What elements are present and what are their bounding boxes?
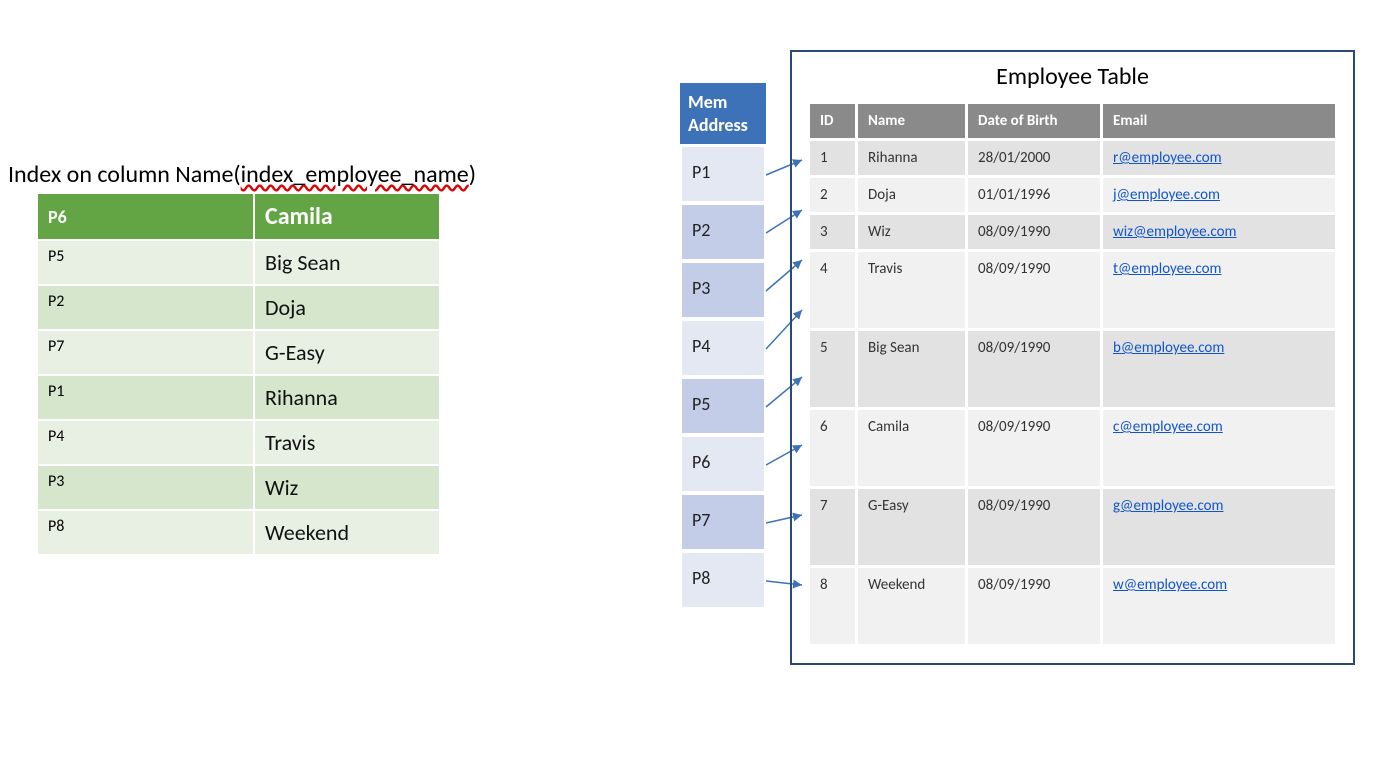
emp-cell-name: Rihanna [857, 140, 967, 177]
emp-cell-dob: 01/01/1996 [967, 177, 1102, 214]
table-row: 2Doja01/01/1996j@employee.com [809, 177, 1337, 214]
mem-cell: P1 [680, 145, 766, 203]
emp-cell-name: G-Easy [857, 488, 967, 567]
emp-cell-dob: 08/09/1990 [967, 251, 1102, 330]
emp-cell-email: j@employee.com [1102, 177, 1337, 214]
index-cell-ptr: P4 [37, 420, 254, 465]
emp-cell-id: 7 [809, 488, 857, 567]
mem-cell: P2 [680, 203, 766, 261]
index-cell-ptr: P7 [37, 330, 254, 375]
mem-cell: P7 [680, 493, 766, 551]
emp-header-id: ID [809, 103, 857, 140]
index-cell-ptr: P5 [37, 240, 254, 285]
index-header-ptr: P6 [37, 193, 254, 240]
mem-address-header: Mem Address [680, 83, 766, 144]
table-row: 8Weekend08/09/1990w@employee.com [809, 567, 1337, 646]
emp-cell-name: Weekend [857, 567, 967, 646]
emp-header-email: Email [1102, 103, 1337, 140]
index-cell-ptr: P2 [37, 285, 254, 330]
index-table: P6 Camila P5Big Sean P2Doja P7G-Easy P1R… [36, 192, 441, 556]
index-cell-ptr: P3 [37, 465, 254, 510]
emp-cell-id: 2 [809, 177, 857, 214]
emp-cell-dob: 08/09/1990 [967, 567, 1102, 646]
emp-header-dob: Date of Birth [967, 103, 1102, 140]
index-header-name: Camila [254, 193, 440, 240]
mem-address-list: P1 P2 P3 P4 P5 P6 P7 P8 [680, 145, 766, 609]
mem-cell: P5 [680, 377, 766, 435]
index-cell-name: Doja [254, 285, 440, 330]
emp-cell-email: g@employee.com [1102, 488, 1337, 567]
index-cell-ptr: P1 [37, 375, 254, 420]
emp-cell-email: c@employee.com [1102, 409, 1337, 488]
mem-cell: P3 [680, 261, 766, 319]
emp-cell-id: 4 [809, 251, 857, 330]
emp-cell-email: r@employee.com [1102, 140, 1337, 177]
emp-cell-name: Travis [857, 251, 967, 330]
table-row: 7G-Easy08/09/1990g@employee.com [809, 488, 1337, 567]
employee-table: ID Name Date of Birth Email 1Rihanna28/0… [807, 101, 1338, 647]
index-cell-ptr: P8 [37, 510, 254, 555]
employee-table-box: Employee Table ID Name Date of Birth Ema… [790, 50, 1355, 665]
index-cell-name: Weekend [254, 510, 440, 555]
emp-cell-id: 8 [809, 567, 857, 646]
emp-cell-dob: 08/09/1990 [967, 330, 1102, 409]
table-row: 3Wiz08/09/1990wiz@employee.com [809, 214, 1337, 251]
index-name: index_employee_name [241, 160, 469, 189]
table-row: 4Travis08/09/1990t@employee.com [809, 251, 1337, 330]
emp-cell-dob: 08/09/1990 [967, 214, 1102, 251]
mem-cell: P8 [680, 551, 766, 609]
index-title: Index on column Name(index_employee_name… [8, 160, 476, 189]
emp-header-name: Name [857, 103, 967, 140]
employee-table-title: Employee Table [807, 62, 1338, 91]
emp-cell-id: 3 [809, 214, 857, 251]
table-row: 1Rihanna28/01/2000r@employee.com [809, 140, 1337, 177]
emp-cell-dob: 28/01/2000 [967, 140, 1102, 177]
emp-cell-name: Wiz [857, 214, 967, 251]
emp-cell-dob: 08/09/1990 [967, 409, 1102, 488]
index-cell-name: Big Sean [254, 240, 440, 285]
emp-cell-dob: 08/09/1990 [967, 488, 1102, 567]
emp-cell-email: w@employee.com [1102, 567, 1337, 646]
mem-header-line1: Mem [688, 91, 727, 113]
emp-cell-email: b@employee.com [1102, 330, 1337, 409]
index-cell-name: Wiz [254, 465, 440, 510]
index-cell-name: Rihanna [254, 375, 440, 420]
table-row: 6Camila08/09/1990c@employee.com [809, 409, 1337, 488]
table-row: 5Big Sean08/09/1990b@employee.com [809, 330, 1337, 409]
index-cell-name: G-Easy [254, 330, 440, 375]
index-cell-name: Travis [254, 420, 440, 465]
mem-cell: P4 [680, 319, 766, 377]
emp-cell-id: 6 [809, 409, 857, 488]
emp-cell-id: 5 [809, 330, 857, 409]
emp-cell-email: t@employee.com [1102, 251, 1337, 330]
mem-header-line2: Address [688, 114, 748, 136]
index-title-prefix: Index on column Name( [8, 160, 241, 189]
index-title-suffix: ) [469, 160, 476, 189]
emp-cell-name: Big Sean [857, 330, 967, 409]
emp-cell-name: Doja [857, 177, 967, 214]
emp-cell-name: Camila [857, 409, 967, 488]
emp-cell-email: wiz@employee.com [1102, 214, 1337, 251]
emp-cell-id: 1 [809, 140, 857, 177]
mem-cell: P6 [680, 435, 766, 493]
